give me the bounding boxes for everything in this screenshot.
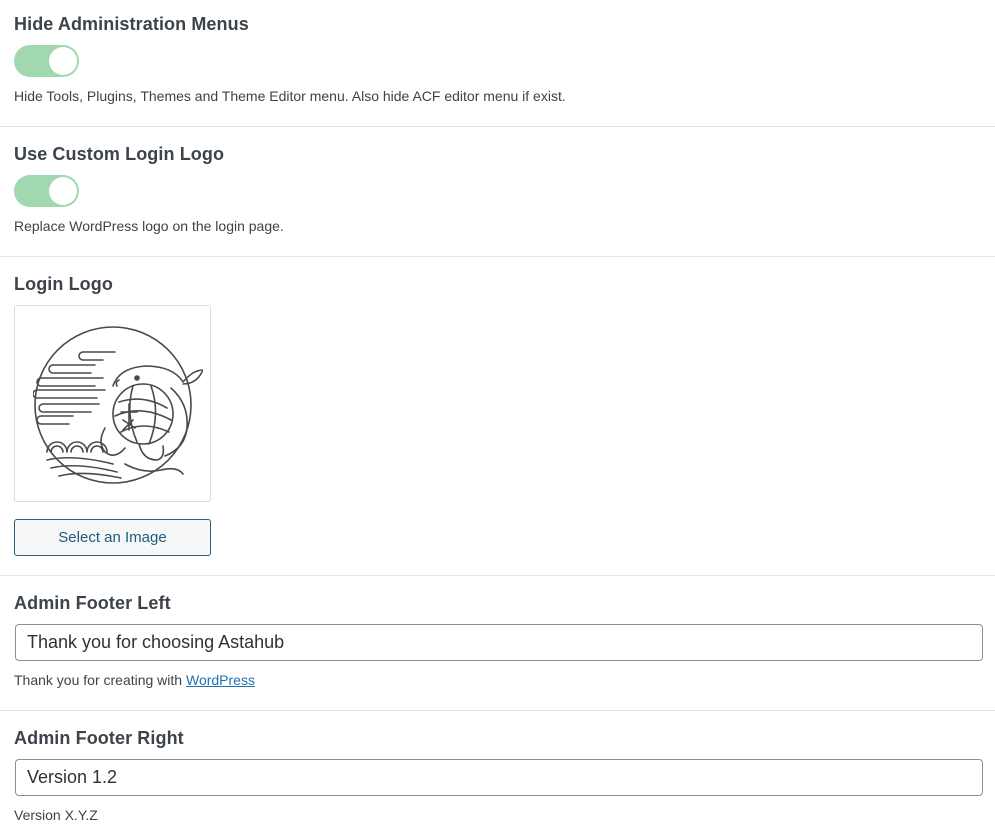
footer-left-section: Admin Footer Left Thank you for creating… xyxy=(0,576,995,711)
hide-admin-menus-section: Hide Administration Menus Hide Tools, Pl… xyxy=(0,0,995,127)
footer-left-description: Thank you for creating with WordPress xyxy=(14,672,255,688)
footer-left-input[interactable] xyxy=(15,624,983,661)
footer-left-description-text: Thank you for creating with xyxy=(14,672,186,688)
hide-admin-menus-label: Hide Administration Menus xyxy=(14,14,249,34)
custom-login-logo-section: Use Custom Login Logo Replace WordPress … xyxy=(0,127,995,257)
footer-right-label: Admin Footer Right xyxy=(14,728,184,748)
select-image-button[interactable]: Select an Image xyxy=(14,519,211,556)
custom-login-logo-label: Use Custom Login Logo xyxy=(14,144,225,164)
login-logo-label: Login Logo xyxy=(14,274,113,294)
custom-login-logo-description: Replace WordPress logo on the login page… xyxy=(14,218,284,234)
hide-admin-menus-toggle[interactable] xyxy=(14,45,79,77)
toggle-knob xyxy=(49,177,77,205)
mascot-logo-icon xyxy=(33,326,203,484)
hide-admin-menus-description: Hide Tools, Plugins, Themes and Theme Ed… xyxy=(14,88,566,104)
toggle-knob xyxy=(49,47,77,75)
footer-right-section: Admin Footer Right Version X.Y.Z xyxy=(0,711,995,840)
wordpress-link[interactable]: WordPress xyxy=(186,672,255,688)
footer-right-input[interactable] xyxy=(15,759,983,796)
footer-left-label: Admin Footer Left xyxy=(14,593,171,613)
footer-right-description: Version X.Y.Z xyxy=(14,807,98,823)
login-logo-preview xyxy=(14,305,211,502)
custom-login-logo-toggle[interactable] xyxy=(14,175,79,207)
